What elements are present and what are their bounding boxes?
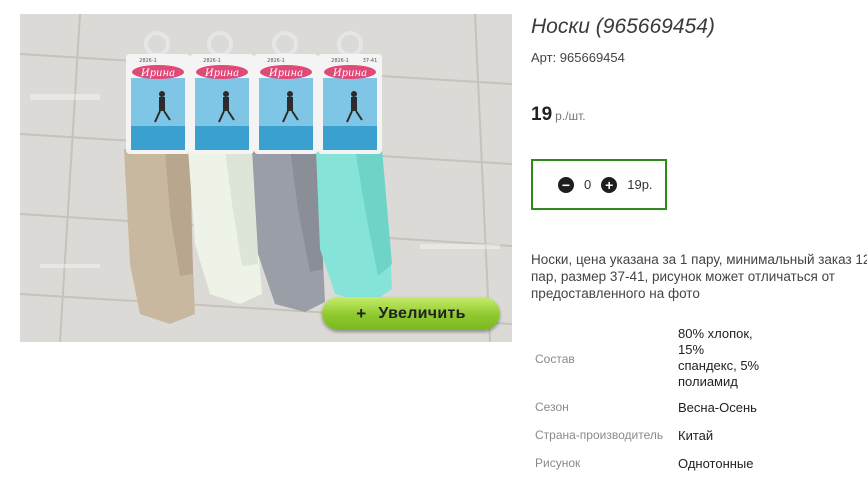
product-photo[interactable]: Ирина Ирина Ирина Ирина 2826-1 2826-1 28… <box>20 14 512 342</box>
product-price: 19 р./шт. <box>531 104 586 126</box>
quantity-stepper: − 0 + 19р. <box>531 159 667 210</box>
property-value-line: спандекс, 5% <box>678 358 760 373</box>
tag-code-3: 2826-1 <box>267 58 285 64</box>
tag-code-4: 2826-1 <box>331 58 349 64</box>
property-value: Весна-Осень <box>678 400 757 415</box>
property-value: Однотонные <box>678 456 754 471</box>
property-name: Сезон <box>535 400 569 414</box>
tag-code-1: 2826-1 <box>139 58 157 64</box>
tag-code-2: 2826-1 <box>203 58 221 64</box>
product-photo-image: Ирина Ирина Ирина Ирина 2826-1 2826-1 28… <box>20 14 512 342</box>
property-value: 80% хлопок, 15% спандекс, 5% полиамид <box>678 326 788 390</box>
quantity-value: 0 <box>584 177 592 192</box>
tag-size: 37-41 <box>363 58 378 64</box>
product-description: Носки, цена указана за 1 пару, минимальн… <box>531 252 867 301</box>
zoom-button[interactable]: + Увеличить <box>322 297 500 330</box>
tag-brand-1: Ирина <box>140 68 175 79</box>
tag-brand-3: Ирина <box>268 68 303 79</box>
tag-brand-4: Ирина <box>332 68 367 79</box>
price-value: 19 <box>531 104 553 125</box>
property-value-line: 15% <box>678 342 705 357</box>
zoom-plus-icon: + <box>356 303 367 323</box>
property-name: Рисунок <box>535 456 581 470</box>
product-sku: Арт: 965669454 <box>531 50 625 65</box>
property-value: Китай <box>678 428 714 443</box>
product-title: Носки (965669454) <box>531 15 715 38</box>
zoom-button-label: Увеличить <box>378 304 466 322</box>
tag-brand-2: Ирина <box>204 68 239 79</box>
property-name: Состав <box>535 352 575 366</box>
minus-circle-icon[interactable]: − <box>558 176 574 193</box>
price-unit: р./шт. <box>555 109 586 123</box>
property-value-line: 80% хлопок, <box>678 326 753 341</box>
plus-circle-icon[interactable]: + <box>601 176 618 193</box>
quantity-total: 19р. <box>627 177 653 192</box>
property-value-line: полиамид <box>678 374 738 389</box>
property-name: Страна-производитель <box>535 428 664 442</box>
